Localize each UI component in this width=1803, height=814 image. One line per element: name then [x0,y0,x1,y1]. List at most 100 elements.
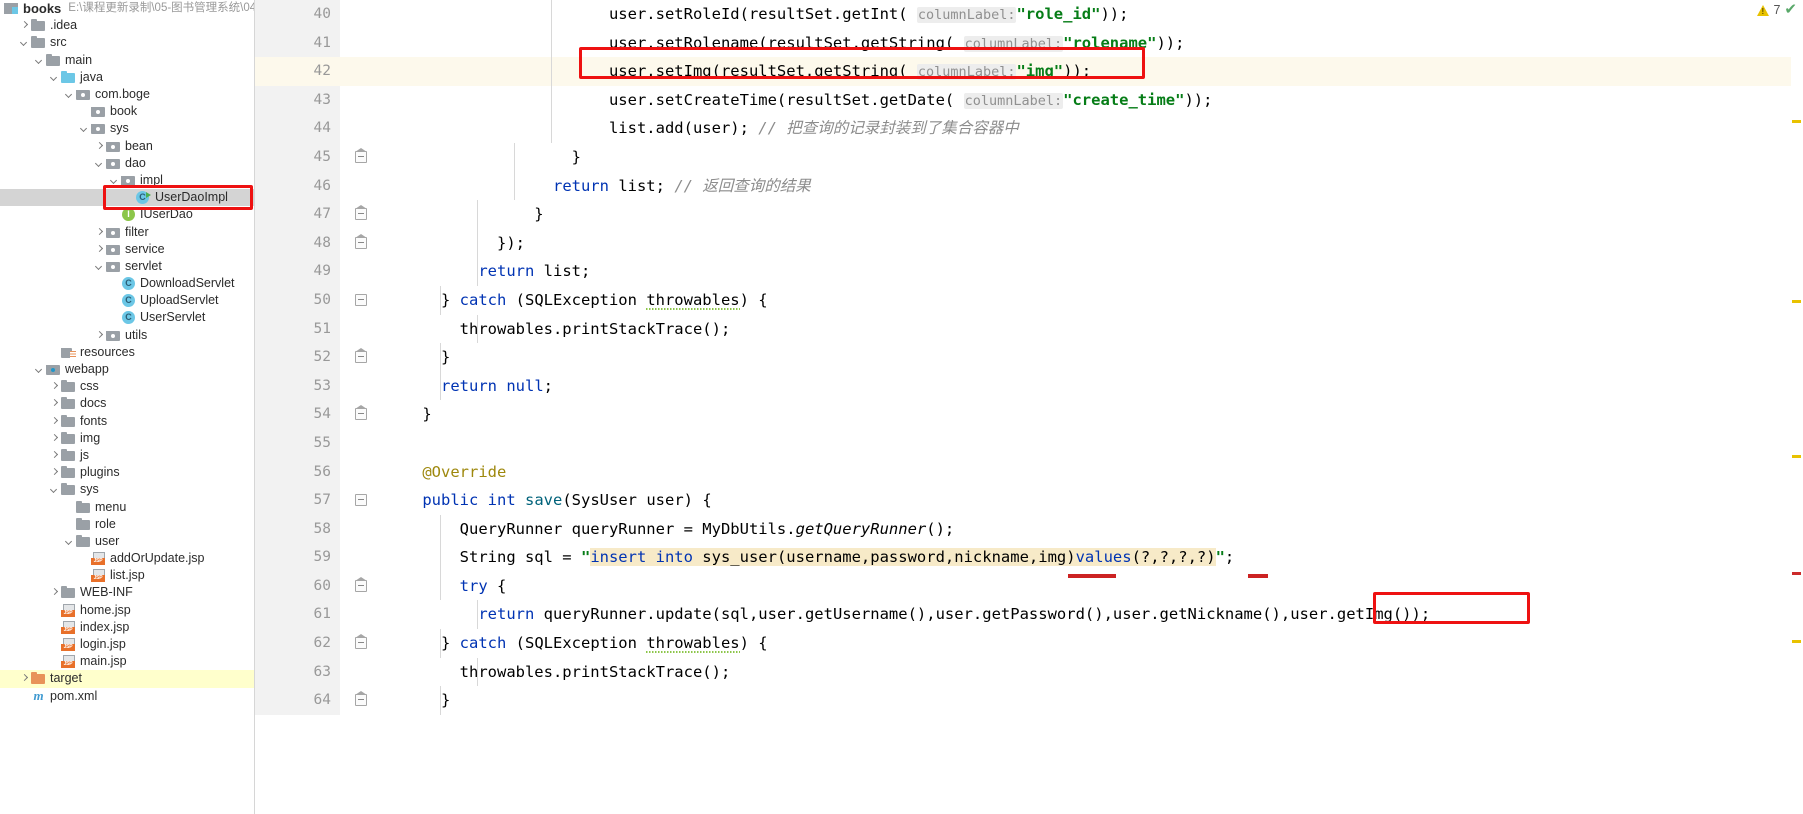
inspections-widget[interactable]: 7 ✔ [1757,2,1797,17]
chevron-right-icon[interactable] [49,450,60,461]
fold-gutter[interactable] [340,0,385,29]
tree-item-user[interactable]: user [0,533,254,550]
code-text[interactable]: } [385,142,1803,172]
tree-item-css[interactable]: css [0,378,254,395]
chevron-down-icon[interactable] [49,484,60,495]
error-stripe-gutter[interactable] [1791,0,1803,814]
line-number[interactable]: 59 [255,543,340,572]
chevron-down-icon[interactable] [94,261,105,272]
tree-item-main[interactable]: main [0,52,254,69]
fold-gutter[interactable] [340,142,385,172]
tree-item-login-jsp[interactable]: login.jsp [0,636,254,653]
line-number[interactable]: 63 [255,657,340,687]
fold-gutter[interactable] [340,228,385,258]
code-text[interactable]: String sql = "insert into sys_user(usern… [385,543,1803,572]
tree-item-resources[interactable]: resources [0,344,254,361]
chevron-down-icon[interactable] [94,158,105,169]
line-number[interactable]: 57 [255,486,340,515]
tree-item-webapp[interactable]: webapp [0,361,254,378]
fold-gutter[interactable] [340,314,385,344]
code-text[interactable]: throwables.printStackTrace(); [385,314,1803,344]
fold-gutter[interactable] [340,486,385,515]
code-line[interactable]: 49 return list; [255,257,1803,286]
code-line[interactable]: 43 user.setCreateTime(resultSet.getDate(… [255,85,1803,115]
tree-item-sys[interactable]: sys [0,481,254,498]
fold-gutter[interactable] [340,114,385,143]
code-text[interactable]: user.setRolename(resultSet.getString( co… [385,28,1803,58]
code-editor[interactable]: 40 user.setRoleId(resultSet.getInt( colu… [255,0,1803,814]
fold-gutter[interactable] [340,457,385,487]
fold-gutter[interactable] [340,657,385,687]
line-number[interactable]: 42 [255,57,340,86]
fold-gutter[interactable] [340,686,385,715]
code-line[interactable]: 48 }); [255,228,1803,258]
tree-item-web-inf[interactable]: WEB-INF [0,584,254,601]
chevron-down-icon[interactable] [109,175,120,186]
project-tool-window[interactable]: books E:\课程更新录制\05-图书管理系统\04-项目 .idea src… [0,0,255,814]
tree-item-docs[interactable]: docs [0,395,254,412]
line-number[interactable]: 61 [255,600,340,630]
line-number[interactable]: 53 [255,371,340,401]
tree-item-img[interactable]: img [0,430,254,447]
fold-gutter[interactable] [340,571,385,601]
code-line[interactable]: 51 throwables.printStackTrace(); [255,314,1803,344]
fold-region-end-icon[interactable] [355,233,367,249]
chevron-down-icon[interactable] [64,89,75,100]
chevron-down-icon[interactable] [79,123,90,134]
code-text[interactable]: } [385,200,1803,229]
fold-region-end-icon[interactable] [355,405,367,421]
fold-collapse-icon[interactable] [355,494,367,507]
fold-gutter[interactable] [340,343,385,372]
error-stripe-mark[interactable] [1792,640,1801,643]
code-line[interactable]: 46 return list; // 返回查询的结果 [255,171,1803,201]
code-text[interactable] [385,429,1803,458]
line-number[interactable]: 64 [255,686,340,715]
tree-item-java[interactable]: java [0,69,254,86]
tree-item-sys[interactable]: sys [0,120,254,137]
code-text[interactable]: } catch (SQLException throwables) { [385,629,1803,658]
chevron-right-icon[interactable] [94,244,105,255]
tree-item-plugins[interactable]: plugins [0,464,254,481]
fold-gutter[interactable] [340,285,385,315]
tree-item-role[interactable]: role [0,516,254,533]
fold-region-end-icon[interactable] [355,348,367,364]
fold-gutter[interactable] [340,514,385,544]
chevron-right-icon[interactable] [49,467,60,478]
tree-item-filter[interactable]: filter [0,223,254,240]
code-text[interactable]: } [385,400,1803,429]
tree-item-downloadservlet[interactable]: DownloadServlet [0,275,254,292]
line-number[interactable]: 45 [255,142,340,172]
tree-item-pom-xml[interactable]: pom.xml [0,688,254,705]
tree-item--idea[interactable]: .idea [0,17,254,34]
tree-item-home-jsp[interactable]: home.jsp [0,602,254,619]
code-line[interactable]: 55 [255,428,1803,458]
chevron-down-icon[interactable] [49,72,60,83]
tree-item-js[interactable]: js [0,447,254,464]
fold-region-end-icon[interactable] [355,576,367,592]
tree-item-target[interactable]: target [0,670,254,688]
fold-gutter[interactable] [340,371,385,401]
code-line[interactable]: 57 public int save(SysUser user) { [255,486,1803,515]
error-stripe-mark[interactable] [1792,300,1801,303]
chevron-down-icon[interactable] [34,364,45,375]
line-number[interactable]: 56 [255,457,340,487]
code-text[interactable]: user.setRoleId(resultSet.getInt( columnL… [385,0,1803,29]
fold-gutter[interactable] [340,400,385,429]
chevron-right-icon[interactable] [49,381,60,392]
chevron-right-icon[interactable] [19,20,30,31]
tree-item-bean[interactable]: bean [0,138,254,155]
code-line[interactable]: 64 } [255,686,1803,715]
fold-gutter[interactable] [340,257,385,286]
chevron-right-icon[interactable] [49,433,60,444]
code-line[interactable]: 44 list.add(user); // 把查询的记录封装到了集合容器中 [255,114,1803,143]
code-line[interactable]: 45 } [255,142,1803,172]
chevron-right-icon[interactable] [94,227,105,238]
code-text[interactable]: } [385,343,1803,372]
code-line[interactable]: 53 return null; [255,371,1803,401]
code-line[interactable]: 47 } [255,200,1803,229]
code-text[interactable]: }); [385,228,1803,258]
fold-region-end-icon[interactable] [355,147,367,163]
tree-item-impl[interactable]: impl [0,172,254,189]
chevron-right-icon[interactable] [49,398,60,409]
code-text[interactable]: throwables.printStackTrace(); [385,657,1803,687]
